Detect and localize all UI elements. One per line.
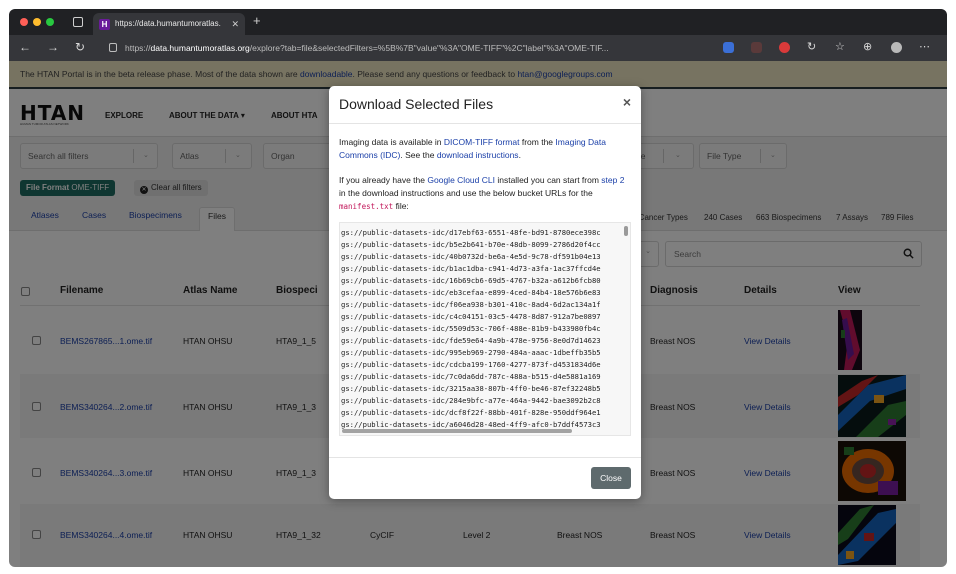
bucket-url: gs://public-datasets-idc/7c0da6dd-787c-4… xyxy=(341,372,601,381)
url-path: /explore?tab=file&selectedFilters=%5B%7B… xyxy=(249,43,609,53)
close-icon[interactable]: × xyxy=(623,94,631,110)
bucket-url: gs://public-datasets-idc/eb3cefaa-e899-4… xyxy=(341,288,601,297)
url-prefix: https:// xyxy=(125,43,151,53)
forward-icon[interactable]: → xyxy=(47,40,59,54)
modal-header-divider xyxy=(329,123,641,124)
manifest-filename: manifest.txt xyxy=(339,202,394,211)
tab-close-icon[interactable]: ✕ xyxy=(231,13,239,35)
p2-text: installed you can start from xyxy=(497,175,599,185)
new-tab-icon[interactable]: + xyxy=(253,13,261,28)
bucket-url: gs://public-datasets-idc/40b0732d-be6a-4… xyxy=(341,252,601,261)
bucket-url: gs://public-datasets-idc/cdcba199-1760-4… xyxy=(341,360,601,369)
p2-text: If you already have the xyxy=(339,175,426,185)
download-modal: Download Selected Files × Imaging data i… xyxy=(329,86,641,499)
url-field[interactable]: https://data.humantumoratlas.org/explore… xyxy=(125,38,725,58)
htan-favicon-icon: H xyxy=(99,19,110,30)
browser-tab[interactable]: H https://data.humantumoratlas. ✕ xyxy=(93,13,245,35)
dicom-tiff-link[interactable]: DICOM-TIFF format xyxy=(444,137,520,147)
refresh-icon[interactable]: ↻ xyxy=(75,40,85,54)
download-instructions-link[interactable]: download instructions xyxy=(437,150,519,160)
extension-shield-icon[interactable] xyxy=(723,42,734,53)
google-cloud-cli-link[interactable]: Google Cloud CLI xyxy=(427,175,495,185)
bucket-url: gs://public-datasets-idc/d17ebf63-6551-4… xyxy=(341,228,601,237)
p1-text: . See the xyxy=(400,150,435,160)
close-window-icon[interactable] xyxy=(20,18,28,26)
idc-paragraph: Imaging data is available in DICOM-TIFF … xyxy=(339,136,631,162)
p2-text: file: xyxy=(395,201,409,211)
back-icon[interactable]: ← xyxy=(19,40,31,54)
bucket-url: gs://public-datasets-idc/16b69cb6-69d5-4… xyxy=(341,276,601,285)
bucket-url: gs://public-datasets-idc/dcf8f22f-88bb-4… xyxy=(341,408,601,417)
extension-record-icon[interactable] xyxy=(779,42,790,53)
bucket-urls-box[interactable]: gs://public-datasets-idc/d17ebf63-6551-4… xyxy=(339,222,631,436)
bucket-url: gs://public-datasets-idc/b1ac1dba-c941-4… xyxy=(341,264,601,273)
modal-title: Download Selected Files xyxy=(339,96,494,112)
step-2-link[interactable]: step 2 xyxy=(601,175,624,185)
collections-icon[interactable]: ⊕ xyxy=(863,40,872,53)
bucket-url: gs://public-datasets-idc/f06ea938-b301-4… xyxy=(341,300,601,309)
bucket-url: gs://public-datasets-idc/5509d53c-706f-4… xyxy=(341,324,601,333)
tab-actions-icon[interactable] xyxy=(73,17,83,27)
minimize-window-icon[interactable] xyxy=(33,18,41,26)
gcloud-paragraph: If you already have the Google Cloud CLI… xyxy=(339,174,631,213)
favorites-icon[interactable]: ☆ xyxy=(835,40,845,53)
bucket-url: gs://public-datasets-idc/284e9bfc-a77e-4… xyxy=(341,396,601,405)
bucket-url: gs://public-datasets-idc/c4c04151-03c5-4… xyxy=(341,312,601,321)
bucket-url: gs://public-datasets-idc/fde59e64-4a9b-4… xyxy=(341,336,601,345)
more-menu-icon[interactable]: ⋯ xyxy=(919,40,930,53)
browser-window: H https://data.humantumoratlas. ✕ + ← → … xyxy=(9,9,947,567)
maximize-window-icon[interactable] xyxy=(46,18,54,26)
bucket-url: gs://public-datasets-idc/b5e2b641-b70e-4… xyxy=(341,240,601,249)
extension-p-icon[interactable] xyxy=(751,42,762,53)
bucket-url: gs://public-datasets-idc/3215aa38-807b-4… xyxy=(341,384,601,393)
vertical-scrollbar[interactable] xyxy=(624,226,628,236)
p1-text: from the xyxy=(521,137,554,147)
browser-tab-title: https://data.humantumoratlas. xyxy=(115,19,221,28)
close-button[interactable]: Close xyxy=(591,467,631,489)
address-bar: ← → ↻ https://data.humantumoratlas.org/e… xyxy=(9,35,947,61)
url-host: data.humantumoratlas.org xyxy=(150,43,250,53)
modal-footer-divider xyxy=(329,457,641,458)
profile-avatar[interactable] xyxy=(891,42,902,53)
p1-text: . xyxy=(518,150,521,160)
p2-text: in the download instructions and use the… xyxy=(339,188,593,198)
lock-icon xyxy=(109,43,117,52)
title-bar: H https://data.humantumoratlas. ✕ + xyxy=(9,9,947,35)
extension-refresh-icon[interactable]: ↻ xyxy=(807,40,816,53)
p1-text: Imaging data is available in xyxy=(339,137,442,147)
bucket-url: gs://public-datasets-idc/995eb969-2790-4… xyxy=(341,348,601,357)
horizontal-scrollbar[interactable] xyxy=(342,429,572,433)
